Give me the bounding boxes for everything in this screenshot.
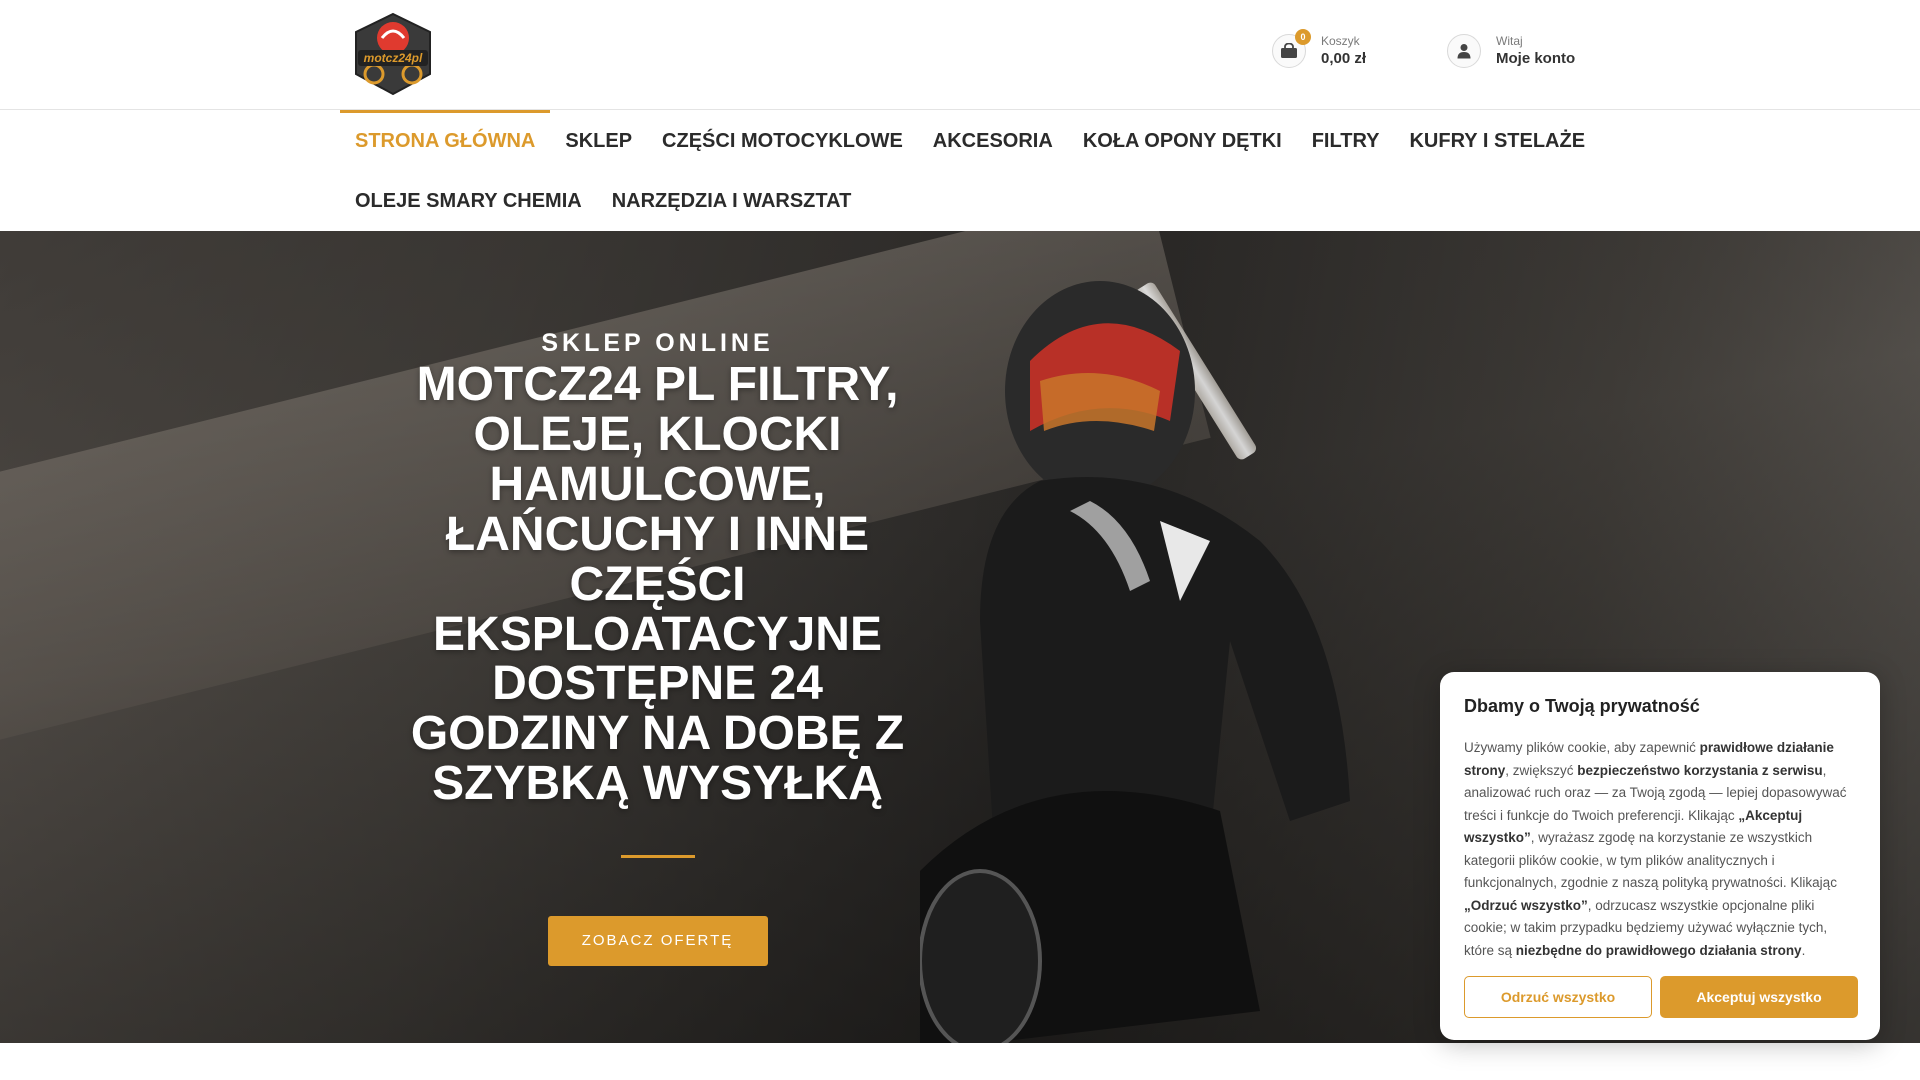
user-icon	[1457, 44, 1471, 59]
hero-rider-image	[920, 281, 1350, 1043]
hero-divider	[620, 855, 695, 859]
hero-content: SKLEP ONLINE MOTCZ24 PL FILTRY, OLEJE, K…	[400, 329, 915, 967]
nav-item-strona-glowna[interactable]: STRONA GŁÓWNA	[340, 110, 551, 170]
cookie-title: Dbamy o Twoją prywatność	[1464, 696, 1700, 716]
nav-item-narzedzia-i-warsztat[interactable]: NARZĘDZIA I WARSZTAT	[597, 170, 867, 230]
cookie-text: Używamy plików cookie, aby zapewnić praw…	[1464, 737, 1856, 962]
nav-row-2: OLEJE SMARY CHEMIA NARZĘDZIA I WARSZTAT	[340, 170, 1580, 230]
cart-total: 0,00 zł	[1321, 50, 1367, 68]
account-text: Witaj Moje konto	[1496, 34, 1575, 68]
hero-title: MOTCZ24 PL FILTRY, OLEJE, KLOCKI HAMULCO…	[410, 358, 905, 811]
cart-text: Koszyk 0,00 zł	[1321, 34, 1366, 68]
view-offer-button[interactable]: ZOBACZ OFERTĘ	[547, 916, 768, 967]
account-label: Moje konto	[1496, 50, 1576, 68]
shopping-bag-icon	[1281, 43, 1297, 59]
cookie-consent-dialog: Dbamy o Twoją prywatność Używamy plików …	[1440, 672, 1880, 1040]
account-icon-wrap	[1447, 34, 1481, 69]
cookie-text-run: Używamy plików cookie, aby zapewnić	[1464, 740, 1700, 755]
main-navigation: STRONA GŁÓWNA SKLEP CZĘŚCI MOTOCYKLOWE A…	[340, 110, 1585, 231]
cart-widget[interactable]: 0 Koszyk 0,00 zł	[1272, 29, 1366, 69]
cookie-text-run: , zwiększyć	[1505, 762, 1578, 778]
account-greeting: Witaj	[1496, 34, 1523, 48]
cart-count-badge: 0	[1295, 29, 1311, 46]
nav-item-sklep[interactable]: SKLEP	[550, 110, 647, 170]
cookie-text-run: .	[1801, 942, 1806, 958]
accept-all-button[interactable]: Akceptuj wszystko	[1660, 976, 1858, 1018]
nav-row-1: STRONA GŁÓWNA SKLEP CZĘŚCI MOTOCYKLOWE A…	[340, 110, 1585, 170]
site-logo[interactable]: motcz24pl	[352, 12, 434, 96]
cookie-text-emphasis: „Odrzuć wszystko”	[1464, 897, 1588, 913]
reject-all-button[interactable]: Odrzuć wszystko	[1464, 976, 1652, 1018]
nav-item-kufry-i-stelaze[interactable]: KUFRY I STELAŻE	[1394, 110, 1600, 170]
hero-pretitle: SKLEP ONLINE	[541, 329, 774, 357]
nav-item-kola-opony-detki[interactable]: KOŁA OPONY DĘTKI	[1068, 110, 1297, 170]
nav-item-akcesoria[interactable]: AKCESORIA	[918, 110, 1068, 170]
cookie-text-emphasis: bezpieczeństwo korzystania z serwisu	[1577, 762, 1823, 778]
site-header: motcz24pl 0 Koszyk 0,00 zł Witaj Moje ko…	[0, 0, 1920, 110]
cookie-text-emphasis: niezbędne do prawidłowego działania stro…	[1515, 942, 1802, 958]
nav-item-filtry[interactable]: FILTRY	[1297, 110, 1395, 170]
cart-icon-wrap: 0	[1272, 29, 1311, 69]
cookie-buttons: Odrzuć wszystko Akceptuj wszystko	[1464, 976, 1858, 1018]
logo-text: motcz24pl	[364, 51, 423, 65]
nav-item-oleje-smary-chemia[interactable]: OLEJE SMARY CHEMIA	[340, 170, 597, 230]
account-widget[interactable]: Witaj Moje konto	[1447, 34, 1575, 69]
cart-label: Koszyk	[1321, 34, 1360, 48]
nav-item-czesci-motocyklowe[interactable]: CZĘŚCI MOTOCYKLOWE	[647, 110, 918, 170]
